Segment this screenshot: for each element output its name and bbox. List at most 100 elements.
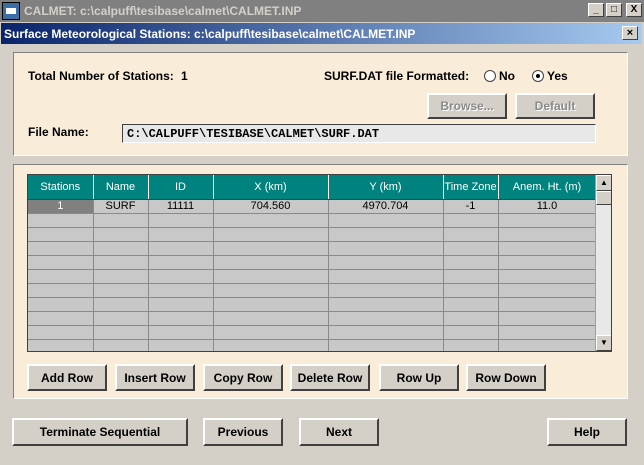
empty-cell[interactable] xyxy=(28,241,94,256)
empty-cell[interactable] xyxy=(213,297,329,312)
empty-cell[interactable] xyxy=(498,241,597,256)
empty-cell[interactable] xyxy=(328,241,444,256)
empty-cell[interactable] xyxy=(328,325,444,340)
empty-table-row[interactable] xyxy=(28,339,597,351)
empty-cell[interactable] xyxy=(498,269,597,284)
table-row[interactable]: 1 SURF 11111 704.560 4970.704 -1 11.0 xyxy=(28,199,597,214)
delete-row-button[interactable]: Delete Row xyxy=(290,364,370,391)
empty-cell[interactable] xyxy=(148,325,214,340)
empty-cell[interactable] xyxy=(498,311,597,326)
empty-cell[interactable] xyxy=(443,255,499,270)
empty-cell[interactable] xyxy=(443,339,499,351)
empty-cell[interactable] xyxy=(213,269,329,284)
empty-cell[interactable] xyxy=(213,311,329,326)
help-button[interactable]: Help xyxy=(547,418,627,446)
default-button[interactable]: Default xyxy=(515,93,595,119)
empty-cell[interactable] xyxy=(213,325,329,340)
empty-table-row[interactable] xyxy=(28,283,597,298)
empty-cell[interactable] xyxy=(498,283,597,298)
dialog-close-button[interactable]: × xyxy=(622,26,638,40)
empty-table-row[interactable] xyxy=(28,255,597,270)
copy-row-button[interactable]: Copy Row xyxy=(203,364,283,391)
empty-cell[interactable] xyxy=(213,213,329,228)
empty-cell[interactable] xyxy=(443,325,499,340)
empty-cell[interactable] xyxy=(93,325,149,340)
empty-cell[interactable] xyxy=(213,241,329,256)
empty-cell[interactable] xyxy=(93,241,149,256)
empty-table-row[interactable] xyxy=(28,227,597,242)
empty-cell[interactable] xyxy=(213,339,329,351)
empty-cell[interactable] xyxy=(498,325,597,340)
add-row-button[interactable]: Add Row xyxy=(27,364,107,391)
table-cell[interactable]: -1 xyxy=(443,199,499,214)
maximize-button[interactable]: □ xyxy=(606,3,622,17)
scroll-up-arrow-icon[interactable]: ▲ xyxy=(596,175,611,191)
empty-cell[interactable] xyxy=(93,283,149,298)
empty-cell[interactable] xyxy=(443,283,499,298)
column-header[interactable]: Stations xyxy=(28,175,94,200)
empty-cell[interactable] xyxy=(328,311,444,326)
empty-cell[interactable] xyxy=(28,255,94,270)
empty-cell[interactable] xyxy=(28,325,94,340)
empty-cell[interactable] xyxy=(148,241,214,256)
empty-cell[interactable] xyxy=(498,297,597,312)
empty-cell[interactable] xyxy=(93,339,149,351)
column-header[interactable]: Anem. Ht. (m) xyxy=(498,175,597,200)
empty-cell[interactable] xyxy=(93,227,149,242)
row-down-button[interactable]: Row Down xyxy=(466,364,546,391)
empty-table-row[interactable] xyxy=(28,241,597,256)
empty-cell[interactable] xyxy=(328,339,444,351)
file-name-field[interactable]: C:\CALPUFF\TESIBASE\CALMET\SURF.DAT xyxy=(122,124,596,143)
empty-table-row[interactable] xyxy=(28,213,597,228)
station-number-cell[interactable]: 1 xyxy=(28,199,94,214)
empty-cell[interactable] xyxy=(148,255,214,270)
insert-row-button[interactable]: Insert Row xyxy=(115,364,195,391)
empty-cell[interactable] xyxy=(148,283,214,298)
empty-cell[interactable] xyxy=(213,227,329,242)
empty-cell[interactable] xyxy=(28,269,94,284)
empty-cell[interactable] xyxy=(28,227,94,242)
empty-cell[interactable] xyxy=(328,227,444,242)
column-header[interactable]: ID xyxy=(148,175,214,200)
radio-no[interactable]: No xyxy=(484,69,515,83)
empty-cell[interactable] xyxy=(148,339,214,351)
empty-cell[interactable] xyxy=(93,297,149,312)
empty-cell[interactable] xyxy=(148,269,214,284)
empty-cell[interactable] xyxy=(443,241,499,256)
empty-cell[interactable] xyxy=(148,311,214,326)
stations-grid[interactable]: Stations Name ID X (km) Y (km) Time Zone Anem.… xyxy=(27,174,612,352)
empty-cell[interactable] xyxy=(93,213,149,228)
empty-table-row[interactable] xyxy=(28,297,597,312)
empty-table-row[interactable] xyxy=(28,325,597,340)
minimize-button[interactable]: _ xyxy=(588,3,604,17)
empty-cell[interactable] xyxy=(148,297,214,312)
empty-cell[interactable] xyxy=(498,213,597,228)
empty-cell[interactable] xyxy=(328,297,444,312)
scroll-down-arrow-icon[interactable]: ▼ xyxy=(596,335,611,351)
empty-cell[interactable] xyxy=(498,339,597,351)
empty-table-row[interactable] xyxy=(28,311,597,326)
column-header[interactable]: Y (km) xyxy=(328,175,444,200)
empty-cell[interactable] xyxy=(328,269,444,284)
empty-cell[interactable] xyxy=(28,213,94,228)
table-cell[interactable]: 4970.704 xyxy=(328,199,444,214)
close-button[interactable]: X xyxy=(626,3,642,17)
empty-cell[interactable] xyxy=(93,311,149,326)
radio-yes[interactable]: Yes xyxy=(532,69,568,83)
table-cell[interactable]: 11111 xyxy=(148,199,214,214)
empty-cell[interactable] xyxy=(28,339,94,351)
empty-cell[interactable] xyxy=(328,283,444,298)
column-header[interactable]: X (km) xyxy=(213,175,329,200)
browse-button[interactable]: Browse... xyxy=(427,93,507,119)
previous-button[interactable]: Previous xyxy=(203,418,283,446)
empty-cell[interactable] xyxy=(443,213,499,228)
empty-cell[interactable] xyxy=(328,255,444,270)
empty-cell[interactable] xyxy=(443,311,499,326)
empty-cell[interactable] xyxy=(93,269,149,284)
vertical-scrollbar[interactable]: ▲ ▼ xyxy=(595,175,611,351)
empty-cell[interactable] xyxy=(148,227,214,242)
empty-cell[interactable] xyxy=(328,213,444,228)
empty-cell[interactable] xyxy=(148,213,214,228)
table-cell[interactable]: SURF xyxy=(93,199,149,214)
empty-cell[interactable] xyxy=(443,227,499,242)
